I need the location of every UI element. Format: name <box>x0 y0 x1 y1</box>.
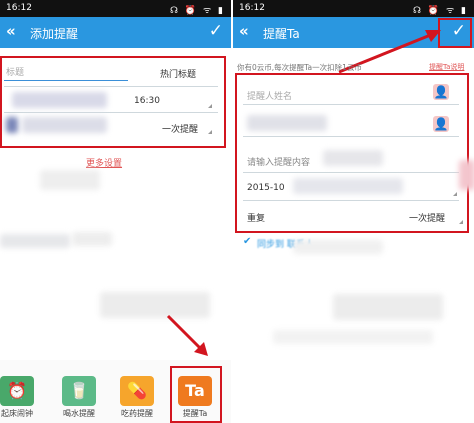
blurred-side <box>459 160 474 190</box>
title-field[interactable]: 标题 <box>4 63 124 79</box>
name-input-placeholder[interactable]: 提醒人姓名 <box>247 89 292 102</box>
title-input-placeholder: 标题 <box>6 68 25 78</box>
app-label: 喝水提醒 <box>63 409 95 418</box>
more-settings-link[interactable]: 更多设置 <box>86 156 122 169</box>
pill-icon[interactable]: 💊 <box>120 376 154 406</box>
status-icons: ☊ ⏰ ᯤ ▮ <box>170 6 225 16</box>
blurred-content <box>40 170 100 190</box>
status-icons: ☊ ⏰ ᯤ ▮ <box>413 6 468 16</box>
alarm-clock-icon[interactable]: ⏰ <box>0 376 34 406</box>
app-label: 提醒Ta <box>182 409 208 418</box>
coin-info-text: 你有0云币,每次提醒Ta一次扣除1云币 <box>237 63 362 72</box>
hot-titles-button[interactable]: 热门标题 <box>160 67 196 80</box>
repeat-label: 重复 <box>247 214 266 224</box>
ta-icon[interactable]: Ta <box>178 376 212 406</box>
content-input-placeholder[interactable]: 请输入提醒内容 <box>247 155 310 168</box>
title-underline <box>4 80 128 81</box>
dropdown-indicator <box>453 192 457 196</box>
title-bar: « 添加提醒 ✓ <box>0 17 231 48</box>
time-value[interactable]: 16:30 <box>134 96 160 106</box>
divider <box>243 104 459 105</box>
divider <box>243 136 459 137</box>
remind-ta-screen: 16:12 ☊ ⏰ ᯤ ▮ « 提醒Ta ✓ 你有0云币,每次提醒Ta一次扣除1… <box>233 0 474 423</box>
remind-ta-help-link[interactable]: 提醒Ta说明 <box>429 62 464 72</box>
divider <box>4 86 218 87</box>
page-title: 提醒Ta <box>263 27 300 41</box>
blurred-name <box>247 115 327 131</box>
app-label: 吃药提醒 <box>121 409 153 418</box>
divider <box>243 172 459 173</box>
dropdown-indicator <box>208 130 212 134</box>
page-title: 添加提醒 <box>30 27 79 41</box>
blurred-avatar <box>6 117 18 133</box>
status-time: 16:12 <box>239 3 265 13</box>
blurred-date <box>12 92 107 108</box>
contact-picker-icon[interactable]: 👤 <box>433 84 449 100</box>
status-bar: 16:12 ☊ ⏰ ᯤ ▮ <box>233 0 474 17</box>
blurred-date <box>293 178 403 194</box>
checkbox-icon[interactable]: ✔ <box>243 236 251 247</box>
blurred-content <box>72 232 112 246</box>
blurred-content <box>323 150 383 166</box>
app-label: 起床闹钟 <box>1 409 33 418</box>
back-icon[interactable]: « <box>239 22 249 40</box>
blurred-content <box>0 234 70 248</box>
status-bar: 16:12 ☊ ⏰ ᯤ ▮ <box>0 0 231 17</box>
reminder-types-bar: ⏰ 起床闹钟 🥛 喝水提醒 💊 吃药提醒 Ta 提醒Ta <box>0 360 231 423</box>
water-glass-icon[interactable]: 🥛 <box>62 376 96 406</box>
repeat-value[interactable]: 一次提醒 <box>409 211 445 224</box>
divider <box>243 200 459 201</box>
back-icon[interactable]: « <box>6 22 16 40</box>
repeat-value[interactable]: 一次提醒 <box>162 122 198 135</box>
divider <box>4 112 218 113</box>
blurred-content <box>273 330 433 344</box>
confirm-check-icon[interactable]: ✓ <box>209 21 223 41</box>
blurred-content <box>293 240 383 254</box>
blurred-content <box>333 294 443 320</box>
add-reminder-screen: 16:12 ☊ ⏰ ᯤ ▮ « 添加提醒 ✓ 标题 热门标题 16:30 一次提… <box>0 0 231 423</box>
status-time: 16:12 <box>6 3 32 13</box>
date-value[interactable]: 2015-10 <box>247 183 285 193</box>
confirm-check-icon[interactable]: ✓ <box>452 21 466 41</box>
dropdown-indicator <box>459 220 463 224</box>
contact-picker-icon[interactable]: 👤 <box>433 116 449 132</box>
dropdown-indicator <box>208 104 212 108</box>
blurred-contact <box>22 117 107 133</box>
